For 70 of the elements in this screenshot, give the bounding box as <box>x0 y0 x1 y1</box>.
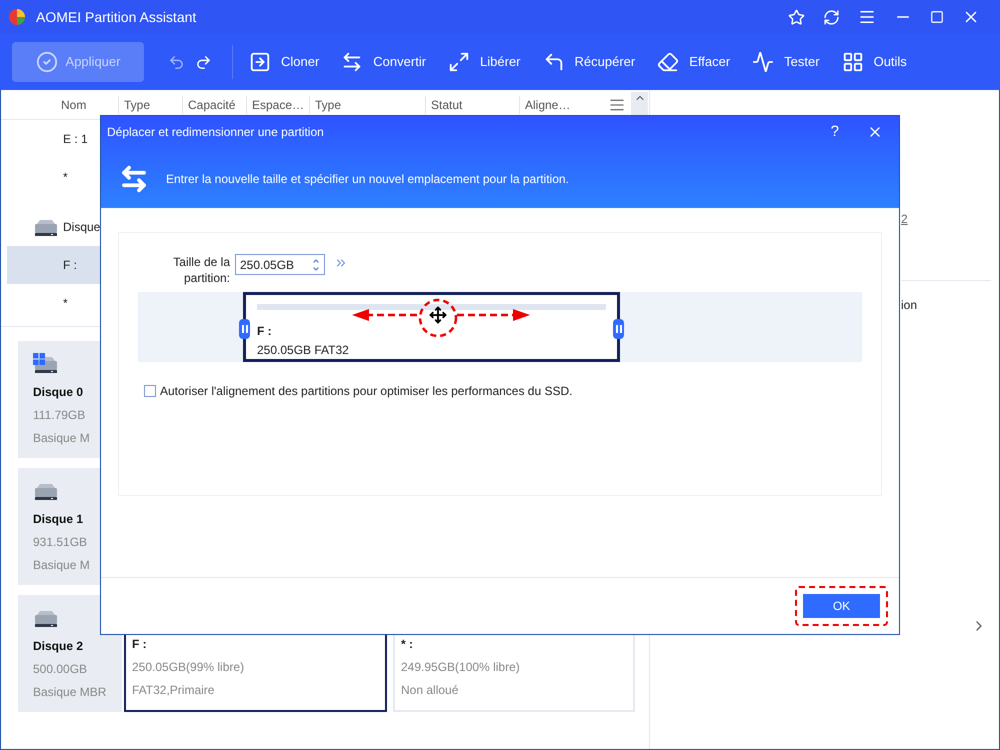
disk-size: 111.79GB <box>33 407 86 424</box>
spin-down-icon[interactable] <box>312 264 320 272</box>
refresh-icon[interactable] <box>823 8 840 26</box>
toolbar-button[interactable]: Cloner <box>249 51 320 73</box>
column-header[interactable]: Nom <box>46 96 118 114</box>
panel-item[interactable]: ion <box>901 296 999 314</box>
column-header[interactable]: Type <box>118 96 182 114</box>
window-title: AOMEI Partition Assistant <box>36 8 196 26</box>
partition-name: F : <box>63 257 77 274</box>
toolbar-button[interactable]: Outils <box>842 51 907 73</box>
toolbar-button[interactable]: Récupérer <box>542 51 636 73</box>
toolbar-button[interactable]: Libérer <box>448 51 521 73</box>
redo-icon[interactable] <box>195 54 212 70</box>
eraser-icon <box>657 51 680 73</box>
partition-info: Non alloué <box>401 682 460 699</box>
partition-size: 250.05GB(99% libre) <box>132 659 246 676</box>
spin-up-icon[interactable] <box>312 256 320 264</box>
partition-name: F : <box>132 636 148 653</box>
disk-name: Disque <box>63 219 100 236</box>
grid-icon <box>842 51 864 73</box>
disk-name: Disque 1 <box>33 511 84 528</box>
column-header[interactable]: Espace… <box>246 96 309 114</box>
disk-type: Basique MBR <box>33 684 108 701</box>
column-header[interactable]: Aligne… <box>519 96 584 114</box>
app-logo-icon <box>8 8 28 26</box>
resize-handle[interactable] <box>239 319 250 339</box>
disk-size: 500.00GB <box>33 661 88 678</box>
partition-name: E : 1 <box>63 131 88 148</box>
column-header[interactable]: Statut <box>425 96 519 114</box>
disk-card[interactable]: Disque 2 500.00GB Basique MBR <box>18 595 122 712</box>
partition-name: * <box>63 169 68 186</box>
disk-type: Basique M <box>33 430 91 447</box>
undo-icon[interactable] <box>168 54 185 70</box>
link-text[interactable]: 2 <box>901 210 999 228</box>
disk-name: Disque 2 <box>33 638 84 655</box>
dialog-subtitle: Entrer la nouvelle taille et spécifier un nouvel emplacement pour la partition. <box>166 171 569 188</box>
checkbox[interactable] <box>144 385 156 397</box>
move-cursor-icon <box>429 306 447 324</box>
resize-handle[interactable] <box>613 319 624 339</box>
check-circle-icon <box>36 51 58 73</box>
expand-arrows-icon <box>448 51 470 73</box>
disk-size: 931.51GB <box>33 534 88 551</box>
partition-name: * : <box>401 636 414 653</box>
partition-info: 250.05GB FAT32 <box>257 342 350 359</box>
partition-name: * <box>63 295 68 312</box>
size-label: Taille de la partition: <box>172 254 230 286</box>
help-icon[interactable]: ? <box>830 120 839 144</box>
toolbar-button[interactable]: Tester <box>752 51 820 73</box>
dialog-title: Déplacer et redimensionner une partition <box>107 124 324 141</box>
maximize-icon[interactable] <box>930 10 944 24</box>
checkbox-label: Autoriser l'alignement des partitions pour optimiser les performances du SSD. <box>160 383 572 400</box>
column-header[interactable]: Capacité <box>182 96 246 114</box>
favorite-star-icon[interactable] <box>788 8 805 26</box>
toolbar-button[interactable]: Effacer <box>657 51 730 73</box>
toolbar-button[interactable]: Convertir <box>341 51 426 73</box>
column-header[interactable]: Type <box>309 96 425 114</box>
ok-button[interactable]: OK <box>803 594 880 618</box>
partition-name: F : <box>257 323 273 340</box>
menu-icon[interactable] <box>858 8 876 26</box>
disk-name: Disque 0 <box>33 384 84 401</box>
double-arrow-icon <box>119 164 149 194</box>
system-disk-icon <box>33 353 59 375</box>
partition-size: 249.95GB(100% libre) <box>401 659 521 676</box>
size-spin-field[interactable]: 250.05GB <box>235 254 325 275</box>
column-settings-icon[interactable] <box>609 96 625 112</box>
scroll-up-button[interactable] <box>631 92 648 118</box>
pulse-icon <box>752 51 774 73</box>
partition-info: FAT32,Primaire <box>132 682 216 699</box>
return-arrow-icon <box>542 51 565 73</box>
disk-type: Basique M <box>33 557 91 574</box>
